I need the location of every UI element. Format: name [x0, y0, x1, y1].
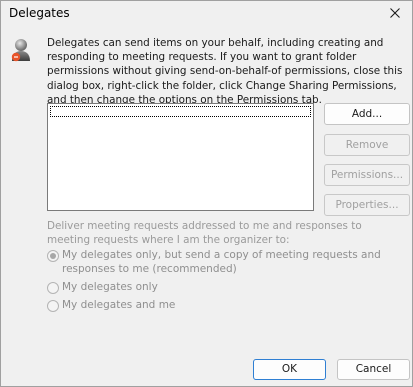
ok-button[interactable]: OK [253, 359, 326, 380]
properties-button[interactable]: Properties... [324, 194, 410, 216]
radio-delegates-and-me[interactable]: My delegates and me [47, 299, 247, 314]
radio-delegates-only[interactable]: My delegates only [47, 281, 247, 296]
title-bar[interactable]: Delegates [1, 1, 412, 27]
radio-label: My delegates only, but send a copy of me… [62, 249, 381, 275]
radio-delegates-copy-me[interactable]: My delegates only, but send a copy of me… [47, 249, 387, 279]
delegates-list[interactable] [47, 103, 314, 211]
radio-button[interactable] [47, 282, 59, 294]
radio-label: My delegates and me [62, 299, 176, 311]
radio-label: My delegates only [62, 281, 158, 293]
delegates-dialog: Delegates Delegates can send items on yo… [0, 0, 413, 387]
description-text: Delegates can send items on your behalf,… [47, 37, 403, 106]
permissions-button[interactable]: Permissions... [324, 164, 410, 186]
close-button[interactable] [384, 3, 406, 23]
close-icon [390, 8, 400, 18]
person-icon [11, 39, 30, 62]
remove-button[interactable]: Remove [324, 134, 410, 156]
add-button[interactable]: Add... [324, 103, 410, 125]
list-focus-row[interactable] [50, 106, 311, 117]
dialog-title: Delegates [9, 6, 70, 20]
delivery-label: Deliver meeting requests addressed to me… [47, 220, 362, 246]
radio-button[interactable] [47, 300, 59, 312]
radio-button[interactable] [47, 250, 59, 262]
cancel-button[interactable]: Cancel [337, 359, 410, 380]
